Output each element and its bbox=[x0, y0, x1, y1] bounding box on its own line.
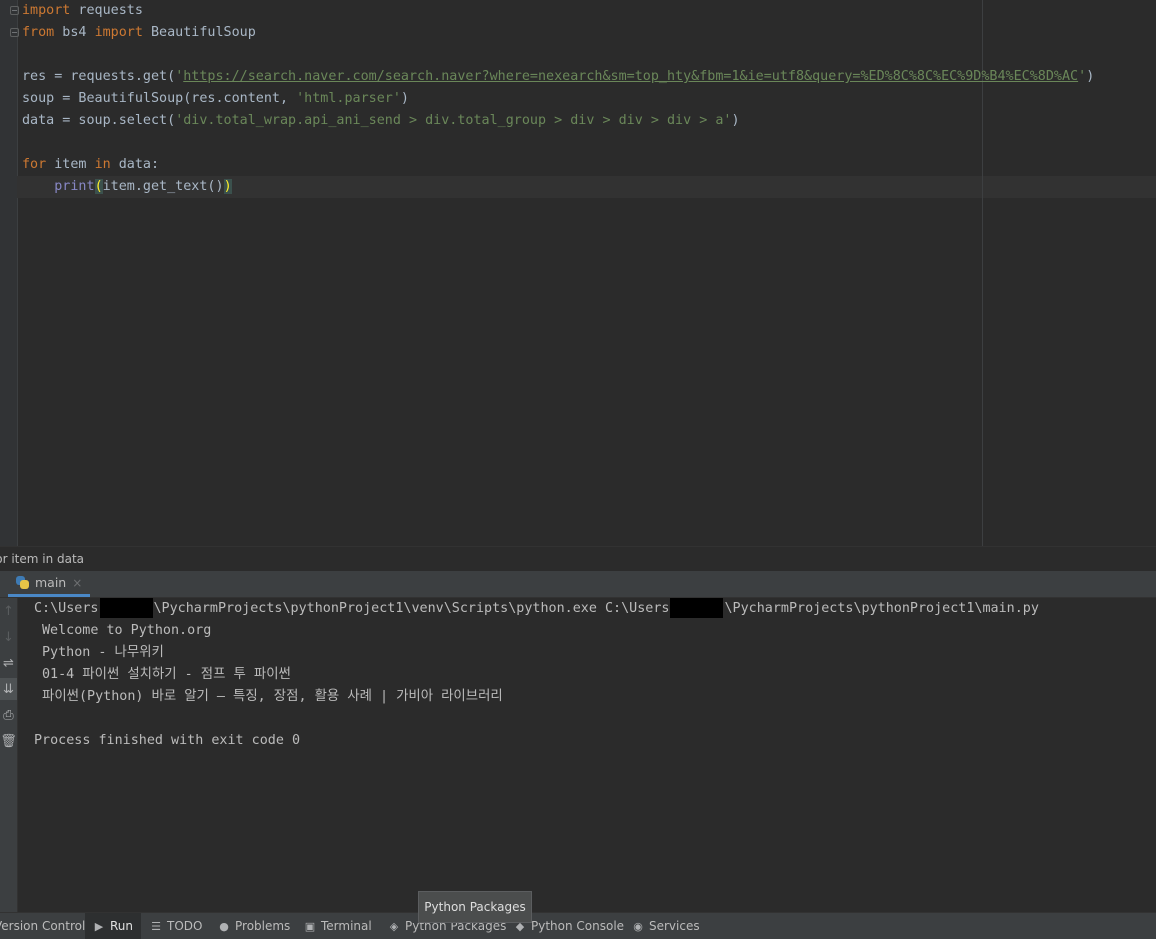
code-token: ) bbox=[731, 113, 740, 128]
editor-gutter bbox=[0, 0, 19, 546]
code-editor[interactable]: import requests from bs4 import Beautiful… bbox=[0, 0, 1156, 546]
output-line: 파이썬(Python) 바로 알기 – 특징, 장점, 활용 사례 | 가비아 … bbox=[42, 689, 503, 704]
run-tab-strip: main × bbox=[0, 571, 1156, 598]
code-token: for bbox=[22, 157, 47, 172]
command-text: \PycharmProjects\pythonProject1\venv\Scr… bbox=[153, 601, 670, 616]
code-token: ( bbox=[94, 179, 103, 194]
code-token: 'html.parser' bbox=[296, 91, 401, 106]
output-line: 01-4 파이썬 설치하기 - 점프 투 파이썬 bbox=[42, 667, 291, 682]
python-packages-icon: ◈ bbox=[389, 919, 399, 933]
code-token: 'div.total_wrap.api_ani_send > div.total… bbox=[175, 113, 732, 128]
code-token: ) bbox=[223, 179, 232, 194]
services-icon: ◉ bbox=[633, 919, 643, 933]
code-token: import bbox=[94, 25, 143, 40]
tab-label: main bbox=[35, 575, 67, 590]
tool-window-button-problems[interactable]: ● Problems bbox=[218, 913, 290, 939]
run-toolbar: ↑ ↓ ⇌ ⇊ ⎙ 🗑 bbox=[0, 598, 18, 912]
code-token: item bbox=[46, 157, 95, 172]
code-token: soup = BeautifulSoup(res.content, bbox=[22, 91, 297, 106]
code-token: import bbox=[22, 3, 71, 18]
code-line[interactable]: res = requests.get( 'https://search.naver… bbox=[22, 66, 1094, 88]
exit-status-line: Process finished with exit code 0 bbox=[34, 733, 301, 748]
scroll-to-end-icon[interactable]: ⇊ bbox=[0, 678, 17, 700]
output-line: Python - 나무위키 bbox=[42, 645, 164, 660]
fold-marker-icon[interactable] bbox=[10, 28, 19, 37]
tool-window-label: Terminal bbox=[321, 919, 372, 933]
output-line: Welcome to Python.org bbox=[42, 623, 212, 638]
todo-icon: ☰ bbox=[151, 919, 161, 933]
tool-window-button-run[interactable]: ▶ Run bbox=[85, 913, 142, 939]
code-token: ) bbox=[400, 91, 409, 106]
code-token: in bbox=[94, 157, 111, 172]
trash-icon[interactable]: 🗑 bbox=[0, 730, 17, 752]
redacted-username bbox=[670, 598, 724, 618]
run-console-output[interactable]: C:\Users \PycharmProjects\pythonProject1\… bbox=[18, 598, 1156, 912]
editor-breadcrumb[interactable]: for item in data bbox=[0, 546, 1156, 571]
run-icon: ▶ bbox=[94, 919, 104, 933]
tool-window-bar: Version Control ▶ Run ☰ TODO ● Problems ▣ Termin… bbox=[0, 912, 1156, 939]
redacted-username bbox=[99, 598, 153, 618]
problems-icon: ● bbox=[219, 919, 229, 933]
tool-window-button-todo[interactable]: ☰ TODO bbox=[150, 913, 202, 939]
code-token: item.get_text() bbox=[102, 179, 224, 194]
command-line: C:\Users \PycharmProjects\pythonProject1\… bbox=[34, 598, 1039, 620]
tool-window-label: Version Control bbox=[0, 919, 86, 933]
url-link[interactable]: https://search.naver.com/search.naver?wh… bbox=[183, 69, 1078, 84]
command-text: C:\Users bbox=[34, 601, 99, 616]
fold-marker-icon[interactable] bbox=[10, 6, 19, 15]
code-token: bs4 bbox=[54, 25, 95, 40]
tool-window-label: Run bbox=[110, 919, 134, 933]
print-icon[interactable]: ⎙ bbox=[0, 704, 17, 726]
code-line[interactable]: import requests bbox=[22, 0, 143, 22]
rerun-up-icon[interactable]: ↑ bbox=[0, 600, 17, 622]
code-line[interactable]: print(item.get_text()) bbox=[22, 176, 232, 198]
tool-window-label: Problems bbox=[235, 919, 291, 933]
command-text: \PycharmProjects\pythonProject1\main.py bbox=[724, 601, 1039, 616]
tool-window-button-version-control[interactable]: Version Control bbox=[0, 913, 85, 939]
code-line[interactable]: from bs4 import BeautifulSoup bbox=[22, 22, 256, 44]
code-token: data: bbox=[110, 157, 160, 172]
code-token: print bbox=[54, 179, 95, 194]
code-token: BeautifulSoup bbox=[142, 25, 256, 40]
soft-wrap-icon[interactable]: ⇌ bbox=[0, 652, 17, 674]
tool-window-button-terminal[interactable]: ▣ Terminal bbox=[304, 913, 372, 939]
code-token: ' bbox=[1078, 69, 1087, 84]
rerun-down-icon[interactable]: ↓ bbox=[0, 626, 17, 648]
tool-window-label: Services bbox=[649, 919, 700, 933]
tool-window-label: Python Console bbox=[531, 919, 625, 933]
python-icon bbox=[16, 576, 29, 589]
code-token: from bbox=[22, 25, 55, 40]
code-token: data = soup.select( bbox=[22, 113, 176, 128]
code-token: requests bbox=[70, 3, 143, 18]
code-line[interactable]: for item in data: bbox=[22, 154, 159, 176]
tool-window-button-services[interactable]: ◉ Services bbox=[632, 913, 700, 939]
code-line[interactable]: soup = BeautifulSoup(res.content, 'html.… bbox=[22, 88, 409, 110]
tab-run-main[interactable]: main × bbox=[8, 571, 91, 597]
tool-window-label: TODO bbox=[167, 919, 203, 933]
code-token: ) bbox=[1086, 69, 1095, 84]
terminal-icon: ▣ bbox=[304, 919, 316, 933]
tooltip: Python Packages bbox=[418, 891, 532, 923]
code-token: res = requests.get( bbox=[22, 69, 176, 84]
code-line[interactable]: data = soup.select('div.total_wrap.api_a… bbox=[22, 110, 740, 132]
breadcrumb-label[interactable]: for item in data bbox=[0, 547, 84, 571]
close-icon[interactable]: × bbox=[72, 576, 82, 590]
